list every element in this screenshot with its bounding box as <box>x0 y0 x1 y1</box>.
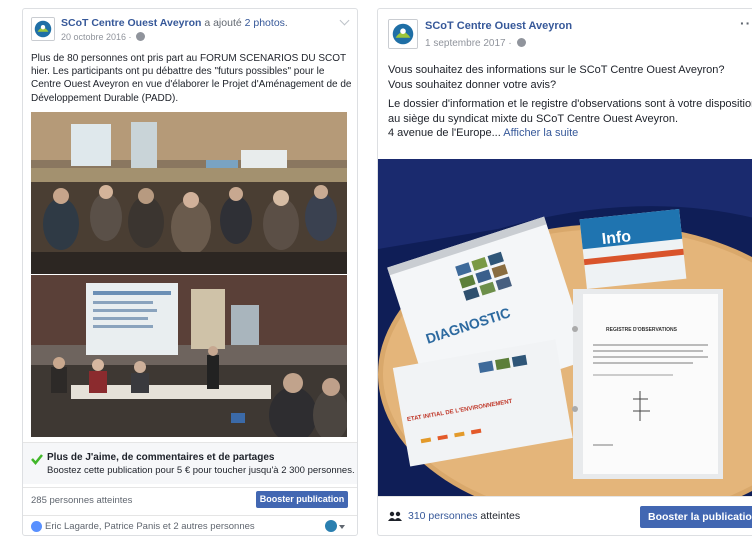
body-line-3: Le dossier d'information et le registre … <box>388 98 752 125</box>
reactions-text[interactable]: Eric Lagarde, Patrice Panis et 2 autres … <box>45 521 255 532</box>
caret-down-icon[interactable] <box>339 525 345 529</box>
page-avatar[interactable] <box>31 17 55 41</box>
boost-publication-button[interactable]: Booster la publication <box>640 506 752 528</box>
post-date[interactable]: 1 septembre 2017 · <box>425 38 526 49</box>
post-date[interactable]: 20 octobre 2016 · <box>61 32 146 42</box>
information-dossier-photo[interactable]: Info DIAGNOSTIC ETAT INITIAL DE L'ENVIRO… <box>378 159 752 496</box>
globe-icon <box>516 38 526 47</box>
boost-publication-button[interactable]: Booster publication <box>256 491 348 508</box>
reach-row: 310 personnes atteintes Booster la publi… <box>378 496 752 535</box>
date-text: 20 octobre 2016 · <box>61 32 135 42</box>
reach-suffix: atteintes <box>477 510 521 522</box>
body-line-2: Vous souhaitez donner votre avis? <box>388 78 557 91</box>
info-folder-text: Info <box>601 228 632 248</box>
reach-text[interactable]: 285 personnes atteintes <box>31 495 132 506</box>
body-line-1: Vous souhaitez des informations sur le S… <box>388 64 725 76</box>
page-selector-avatar[interactable] <box>325 520 337 532</box>
globe-icon <box>136 32 146 41</box>
page-avatar[interactable] <box>388 19 418 49</box>
boost-description: Boostez cette publication pour 5 € pour … <box>47 465 355 476</box>
check-icon <box>31 454 43 465</box>
right-post-card: SCoT Centre Ouest Aveyron 1 septembre 20… <box>377 8 752 536</box>
more-icon[interactable]: ··· <box>740 15 752 31</box>
reach-count-link[interactable]: 310 personnes <box>408 510 477 522</box>
people-icon <box>388 511 402 521</box>
forum-presentation-photo[interactable] <box>31 275 347 437</box>
action-end: . <box>284 17 288 29</box>
page-name-link[interactable]: SCoT Centre Ouest Aveyron <box>425 20 572 32</box>
like-icon <box>31 521 42 532</box>
reactions-row: Eric Lagarde, Patrice Panis et 2 autres … <box>23 515 357 535</box>
boost-suggestion: Plus de J'aime, de commentaires et de pa… <box>23 442 357 484</box>
left-post-card: SCoT Centre Ouest Aveyron a ajouté 2 pho… <box>22 8 358 536</box>
chevron-down-icon[interactable] <box>339 15 350 26</box>
post-header: SCoT Centre Ouest Aveyron a ajouté 2 pho… <box>61 17 288 29</box>
registre-title-text: REGISTRE D'OBSERVATIONS <box>606 327 678 333</box>
reach-text: 310 personnes atteintes <box>408 510 520 522</box>
body-line-4: 4 avenue de l'Europe... Afficher la suit… <box>388 126 752 141</box>
date-text: 1 septembre 2017 · <box>425 38 515 49</box>
post-body: Plus de 80 personnes ont pris part au FO… <box>31 53 352 104</box>
address-text: 4 avenue de l'Europe... <box>388 127 504 140</box>
action-text: a ajouté <box>201 17 245 29</box>
page-name-link[interactable]: SCoT Centre Ouest Aveyron <box>61 17 201 29</box>
forum-audience-photo[interactable] <box>31 112 347 274</box>
reach-row: 285 personnes atteintes Booster publicat… <box>23 487 357 511</box>
photos-link[interactable]: 2 photos <box>245 17 285 29</box>
boost-title: Plus de J'aime, de commentaires et de pa… <box>47 452 275 463</box>
see-more-link[interactable]: Afficher la suite <box>503 127 578 139</box>
post-body: Vous souhaitez des informations sur le S… <box>388 63 752 141</box>
